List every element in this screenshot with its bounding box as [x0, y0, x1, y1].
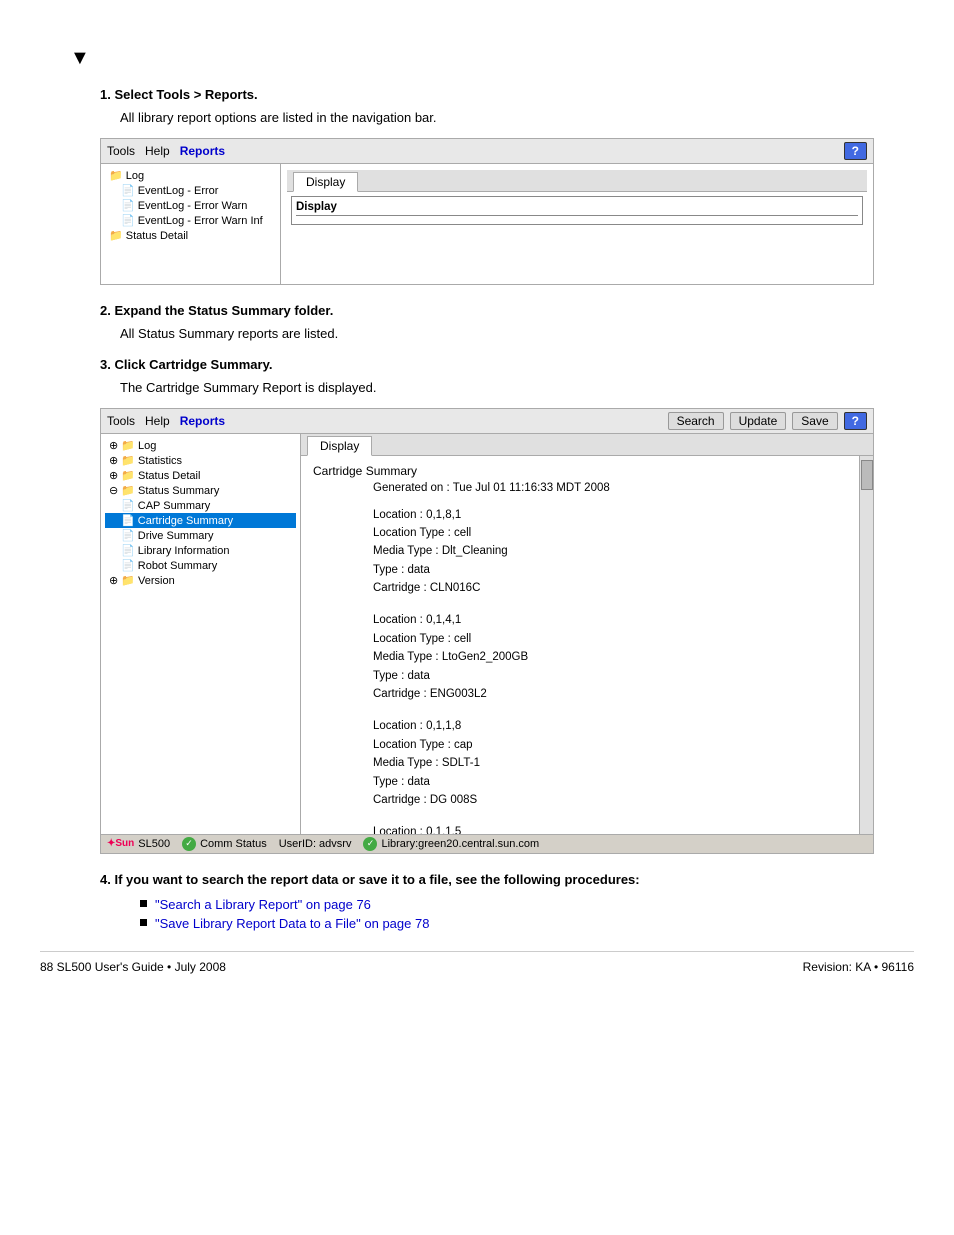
tree-item-2[interactable]: 📄 Drive Summary	[105, 528, 296, 543]
content-area-2: Display Cartridge Summary Generated on : T…	[301, 434, 873, 834]
report-title: Cartridge Summary	[313, 464, 847, 478]
report-link[interactable]: "Save Library Report Data to a File" on …	[155, 916, 429, 931]
step-2-body: All Status Summary reports are listed.	[120, 324, 914, 344]
step-2-label: 2. Expand the Status Summary folder.	[100, 303, 914, 318]
bullet-icon	[140, 900, 147, 907]
cartridge-entry: Location : 0,1,1,8Location Type : capMed…	[373, 717, 847, 809]
tree-item[interactable]: 📄 EventLog - Error	[105, 183, 276, 198]
tree-item[interactable]: 📁 Log	[105, 168, 276, 183]
display-tab-2[interactable]: Display	[307, 436, 372, 456]
save-button[interactable]: Save	[792, 412, 837, 430]
menubar-2: Tools Help Reports Search Update Save?	[101, 409, 873, 434]
tree-item-2[interactable]: ⊕ 📁 Version	[105, 573, 296, 588]
bullet-list: "Search a Library Report" on page 76 "Sav…	[140, 897, 914, 931]
step-1-body: All library report options are listed in…	[120, 108, 914, 128]
footer: 88 SL500 User's Guide • July 2008 Revisi…	[40, 951, 914, 974]
help-button-2[interactable]: ?	[844, 412, 867, 430]
menu-item-2-help[interactable]: Help	[145, 414, 170, 428]
cartridge-entry: Location : 0,1,8,1Location Type : cellMe…	[373, 506, 847, 598]
step-3-body: The Cartridge Summary Report is displaye…	[120, 378, 914, 398]
comm-status: ✓ Comm Status	[182, 837, 267, 851]
step-3-label: 3. Click Cartridge Summary.	[100, 357, 914, 372]
menu-item-2-tools[interactable]: Tools	[107, 414, 135, 428]
tree-item-2[interactable]: ⊕ 📁 Statistics	[105, 453, 296, 468]
cartridge-entry: Location : 0,1,1,5Location Type : cell	[373, 823, 847, 833]
tree-item[interactable]: 📁 Status Detail	[105, 228, 276, 243]
tree-item[interactable]: 📄 EventLog - Error Warn Inf	[105, 213, 276, 228]
nav-tree-1: 📁 Log📄 EventLog - Error📄 EventLog - Erro…	[101, 164, 281, 284]
step-4-label: 4. If you want to search the report data…	[100, 872, 914, 887]
nav-tree-2: ⊕ 📁 Log⊕ 📁 Statistics⊕ 📁 Status Detail⊖ …	[101, 434, 301, 834]
display-tab-1[interactable]: Display	[293, 172, 358, 192]
step-1-label: 1. Select Tools > Reports.	[100, 87, 914, 102]
display-panel-1: Display	[291, 196, 863, 225]
ui-window-1: ToolsHelpReports?📁 Log📄 EventLog - Error…	[100, 138, 874, 285]
list-item: "Search a Library Report" on page 76	[140, 897, 914, 912]
tree-item-2[interactable]: ⊕ 📁 Log	[105, 438, 296, 453]
search-button[interactable]: Search	[668, 412, 724, 430]
update-button[interactable]: Update	[730, 412, 787, 430]
tree-item-2[interactable]: ⊕ 📁 Status Detail	[105, 468, 296, 483]
comm-status-label: Comm Status	[200, 838, 267, 850]
statusbar: ✦Sun SL500 ✓ Comm Status UserID: advsrv ✓ L…	[101, 834, 873, 853]
page-title: ▼	[70, 40, 914, 71]
tree-item-2[interactable]: 📄 Robot Summary	[105, 558, 296, 573]
tree-item-2[interactable]: 📄 Library Information	[105, 543, 296, 558]
triangle-icon: ▼	[70, 47, 90, 70]
scrollbar-thumb[interactable]	[861, 460, 873, 490]
tree-item-2[interactable]: 📄 CAP Summary	[105, 498, 296, 513]
library-label: Library:green20.central.sun.com	[381, 838, 539, 850]
bullet-icon	[140, 919, 147, 926]
tree-item-2[interactable]: ⊖ 📁 Status Summary	[105, 483, 296, 498]
scrollbar[interactable]	[859, 456, 873, 834]
library-ok-icon: ✓	[363, 837, 377, 851]
report-link[interactable]: "Search a Library Report" on page 76	[155, 897, 371, 912]
status-ok-icon: ✓	[182, 837, 196, 851]
report-area: Cartridge Summary Generated on : Tue Jul …	[301, 456, 859, 834]
library-status: ✓ Library:green20.central.sun.com	[363, 837, 539, 851]
ui-window-2: Tools Help Reports Search Update Save? ⊕ 📁 Log…	[100, 408, 874, 854]
report-generated: Generated on : Tue Jul 01 11:16:33 MDT 2…	[373, 482, 847, 494]
menubar-1: Tools Help Reports?	[101, 139, 873, 164]
footer-left: 88 SL500 User's Guide • July 2008	[40, 960, 226, 974]
cartridge-entry: Location : 0,1,4,1Location Type : cellMe…	[373, 611, 847, 703]
menu-item-reports[interactable]: Reports	[180, 144, 225, 158]
user-id: UserID: advsrv	[279, 838, 352, 850]
menu-item-2-reports[interactable]: Reports	[180, 414, 225, 428]
model-badge: ✦Sun SL500	[107, 838, 170, 850]
content-area-1: Display Display	[281, 164, 873, 284]
tree-item[interactable]: 📄 EventLog - Error Warn	[105, 198, 276, 213]
help-button-1[interactable]: ?	[844, 142, 867, 160]
list-item: "Save Library Report Data to a File" on …	[140, 916, 914, 931]
menu-item-help[interactable]: Help	[145, 144, 170, 158]
menu-item-tools[interactable]: Tools	[107, 144, 135, 158]
footer-right: Revision: KA • 96116	[803, 960, 914, 974]
tree-item-2[interactable]: 📄 Cartridge Summary	[105, 513, 296, 528]
